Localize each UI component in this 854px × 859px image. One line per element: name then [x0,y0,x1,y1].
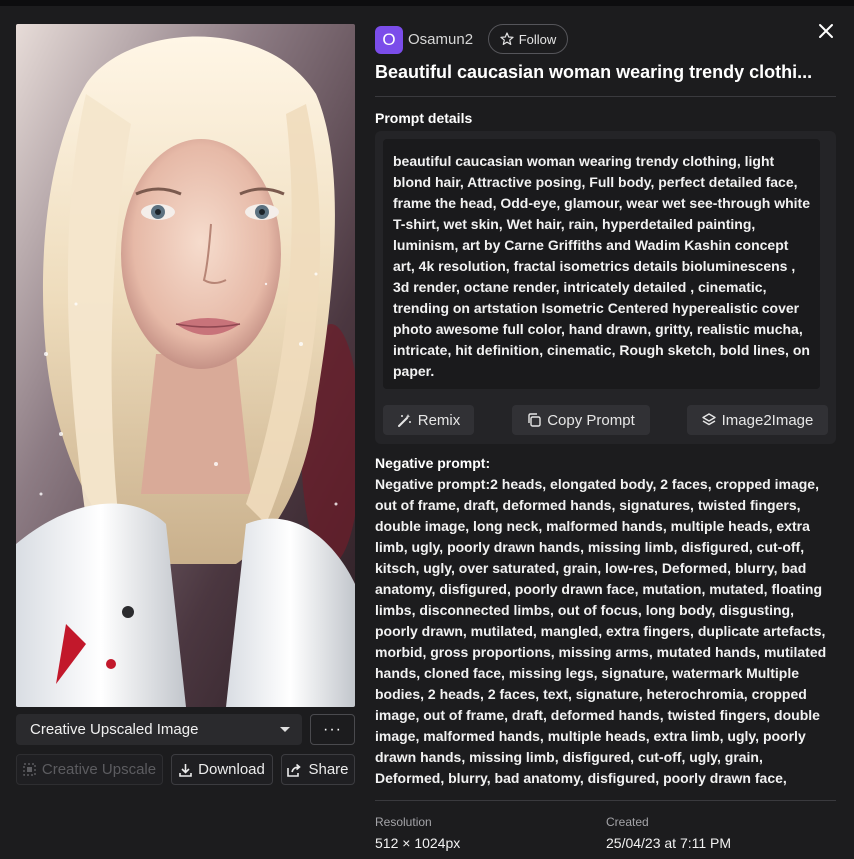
image-variant-select[interactable]: Creative Upscaled Image [16,714,302,745]
negative-prompt-text: Negative prompt:2 heads, elongated body,… [375,476,827,786]
divider [375,96,836,97]
image2image-label: Image2Image [721,411,814,429]
copy-prompt-button[interactable]: Copy Prompt [512,405,650,435]
username[interactable]: Osamun2 [408,31,473,48]
page-title: Beautiful caucasian woman wearing trendy… [375,62,813,82]
follow-button[interactable]: Follow [488,24,568,54]
prompt-panel: beautiful caucasian woman wearing trendy… [375,131,836,444]
resolution-value: 512 × 1024px [375,835,461,851]
portrait-artwork [16,24,355,707]
prompt-details-heading: Prompt details [375,110,473,126]
image2image-button[interactable]: Image2Image [687,405,828,435]
remix-button[interactable]: Remix [383,405,474,435]
avatar-initial: O [382,30,396,49]
share-button[interactable]: Share [281,754,355,785]
chevron-down-icon [280,727,290,732]
copy-prompt-label: Copy Prompt [547,411,635,429]
created-label: Created [606,815,649,829]
more-options-button[interactable]: ··· [310,714,355,745]
negative-prompt-heading: Negative prompt: [375,455,491,471]
download-icon [179,763,192,777]
download-button[interactable]: Download [171,754,273,785]
prompt-text: beautiful caucasian woman wearing trendy… [383,139,820,389]
magic-wand-icon [397,413,411,427]
follow-label: Follow [518,31,557,47]
upscale-icon [23,763,36,776]
image-variant-selected: Creative Upscaled Image [30,721,199,738]
remix-label: Remix [417,411,461,429]
share-label: Share [308,761,349,778]
share-icon [287,763,302,777]
resolution-label: Resolution [375,815,432,829]
divider [375,800,836,801]
star-icon [500,32,514,45]
download-label: Download [198,761,265,778]
creative-upscale-label: Creative Upscale [41,761,157,778]
close-icon [819,24,833,38]
creative-upscale-button[interactable]: Creative Upscale [16,754,163,785]
avatar[interactable]: O [375,26,403,54]
close-button[interactable] [816,21,836,41]
created-value: 25/04/23 at 7:11 PM [606,835,732,851]
layers-icon [701,413,716,426]
generated-image[interactable] [16,24,355,707]
copy-icon [528,413,541,427]
